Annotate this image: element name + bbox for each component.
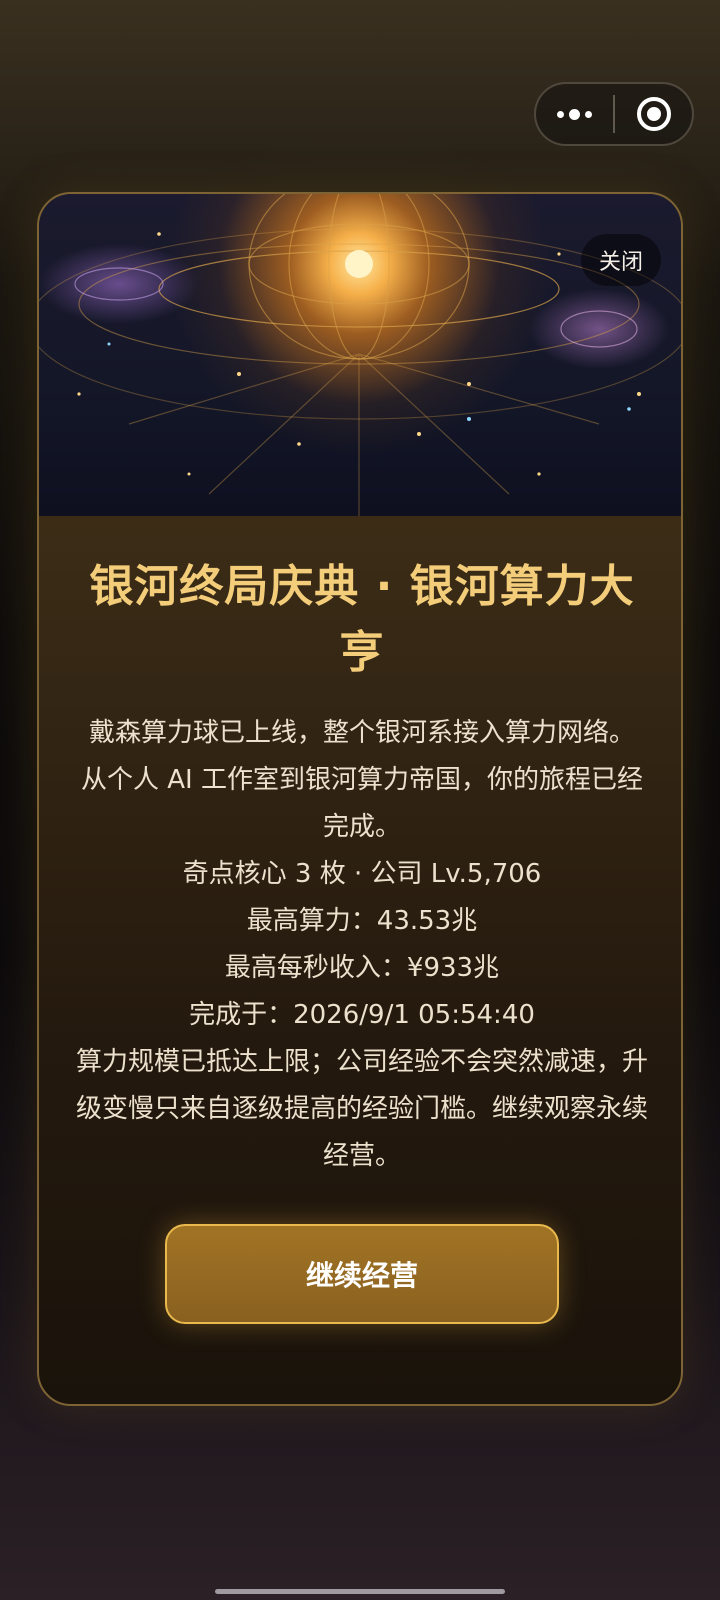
max-income-line: 最高每秒收入：¥933兆 xyxy=(224,953,500,983)
modal-body: 戴森算力球已上线，整个银河系接入算力网络。 从个人 AI 工作室到银河算力帝国，… xyxy=(75,710,649,1180)
continue-button[interactable]: 继续经营 xyxy=(165,1224,559,1324)
cores-level-line: 奇点核心 3 枚 · 公司 Lv.5,706 xyxy=(182,859,542,889)
notice-line: 算力规模已抵达上限；公司经验不会突然减速，升级变慢只来自逐级提高的经验门槛。继续… xyxy=(75,1047,648,1171)
completed-time-line: 完成于：2026/9/1 05:54:40 xyxy=(189,1000,535,1030)
miniprogram-capsule xyxy=(534,82,694,146)
exit-miniprogram-button[interactable] xyxy=(615,84,692,144)
journey-line: 从个人 AI 工作室到银河算力帝国，你的旅程已经完成。 xyxy=(81,765,643,842)
max-compute-line: 最高算力：43.53兆 xyxy=(246,906,478,936)
hero-image: 关闭 xyxy=(39,194,681,516)
modal-content: 银河终局庆典 · 银河算力大亨 戴森算力球已上线，整个银河系接入算力网络。 从个… xyxy=(39,516,681,1324)
more-button[interactable] xyxy=(536,84,613,144)
home-indicator[interactable] xyxy=(215,1589,505,1594)
target-circle-icon xyxy=(636,97,671,131)
close-button[interactable]: 关闭 xyxy=(581,234,661,286)
celebration-modal: 关闭 银河终局庆典 · 银河算力大亨 戴森算力球已上线，整个银河系接入算力网络。… xyxy=(37,192,683,1406)
intro-line: 戴森算力球已上线，整个银河系接入算力网络。 xyxy=(88,718,635,748)
modal-title: 银河终局庆典 · 银河算力大亨 xyxy=(89,561,635,678)
more-dots-icon xyxy=(557,108,592,120)
